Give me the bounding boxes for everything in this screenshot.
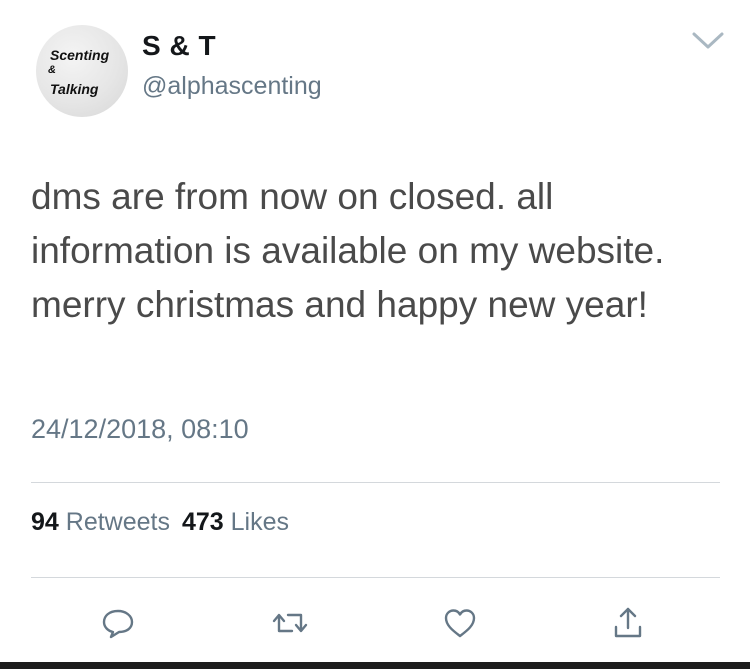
chevron-down-icon[interactable] <box>690 28 726 52</box>
likes-count: 473 <box>181 508 224 536</box>
avatar[interactable]: Scenting & Talking <box>36 25 128 117</box>
avatar-logo-line: Talking <box>50 81 99 97</box>
reply-icon[interactable] <box>98 603 138 643</box>
tweet-card: Scenting & Talking S & T @alphascenting … <box>0 0 750 669</box>
divider <box>31 577 720 578</box>
divider <box>31 482 720 483</box>
retweets-label: Retweets <box>65 508 170 536</box>
tweet-timestamp[interactable]: 24/12/2018, 08:10 <box>31 414 249 445</box>
avatar-logo-line: & <box>48 64 56 76</box>
user-handle[interactable]: @alphascenting <box>142 72 322 101</box>
retweets-stat[interactable]: 94 Retweets <box>31 508 170 536</box>
avatar-logo-line: Scenting <box>50 47 110 63</box>
tweet-text: dms are from now on closed. all informat… <box>31 176 665 325</box>
bottom-border <box>0 662 750 669</box>
retweets-count: 94 <box>31 508 59 536</box>
likes-stat[interactable]: 473 Likes <box>182 508 289 536</box>
tweet-stats: 94 Retweets 473 Likes <box>31 508 289 537</box>
retweet-icon[interactable] <box>270 603 310 643</box>
likes-label: Likes <box>230 508 290 536</box>
heart-icon[interactable] <box>440 603 480 643</box>
display-name[interactable]: S & T <box>142 30 216 62</box>
share-icon[interactable] <box>608 603 648 643</box>
